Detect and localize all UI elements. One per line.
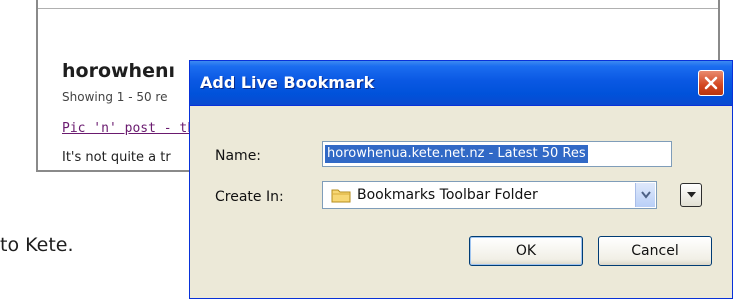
- add-live-bookmark-dialog: Add Live Bookmark Name: horowhenua.kete.…: [189, 60, 733, 299]
- name-input-value: horowhenua.kete.net.nz - Latest 50 Res: [325, 145, 588, 163]
- close-icon: [704, 76, 718, 90]
- create-in-label: Create In:: [215, 189, 284, 205]
- create-in-value: Bookmarks Toolbar Folder: [357, 187, 538, 203]
- result-link[interactable]: Pic 'n' post - th: [62, 121, 195, 136]
- close-button[interactable]: [698, 70, 724, 96]
- expand-folder-tree-button[interactable]: [680, 183, 702, 207]
- dropdown-arrow-button[interactable]: [635, 183, 655, 207]
- triangle-down-icon: [687, 192, 696, 198]
- chevron-down-icon: [641, 191, 651, 199]
- result-snippet: It's not quite a tr: [62, 150, 171, 165]
- results-count-text: Showing 1 - 50 re: [62, 90, 168, 104]
- create-in-dropdown[interactable]: Bookmarks Toolbar Folder: [322, 181, 657, 209]
- ok-button[interactable]: OK: [469, 236, 583, 266]
- page-caption: to Kete.: [0, 234, 74, 256]
- name-input[interactable]: horowhenua.kete.net.nz - Latest 50 Res: [322, 141, 672, 167]
- dialog-body: Name: horowhenua.kete.net.nz - Latest 50…: [193, 106, 729, 295]
- page-site-title: horowhenı: [62, 60, 176, 82]
- folder-icon: [331, 189, 351, 203]
- dialog-titlebar[interactable]: Add Live Bookmark: [190, 61, 732, 106]
- cancel-button[interactable]: Cancel: [598, 236, 712, 266]
- page-divider: [38, 8, 718, 9]
- dialog-title: Add Live Bookmark: [200, 73, 375, 92]
- name-label: Name:: [215, 148, 262, 164]
